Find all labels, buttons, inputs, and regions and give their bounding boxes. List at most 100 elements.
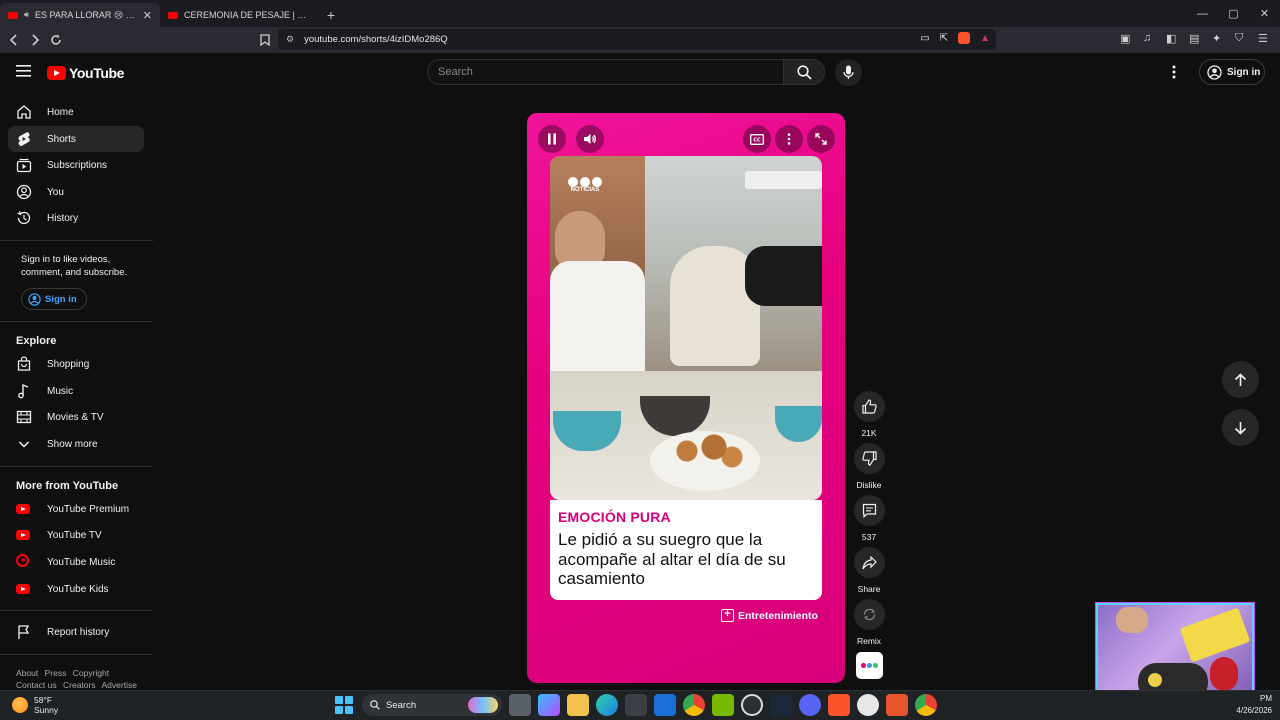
search-box[interactable] bbox=[427, 59, 784, 85]
footer-link-about[interactable]: About bbox=[16, 668, 38, 678]
pause-button[interactable] bbox=[538, 125, 566, 153]
sidebar-item-shopping[interactable]: Shopping bbox=[8, 351, 144, 377]
browser-tab-inactive[interactable]: CEREMONIA DE PESAJE | SUPERNOVA bbox=[160, 3, 320, 27]
bookmark-icon[interactable] bbox=[254, 29, 275, 51]
volume-button[interactable] bbox=[576, 125, 604, 153]
sidebar-item-shorts[interactable]: Shorts bbox=[8, 126, 144, 152]
reload-icon[interactable] bbox=[45, 29, 66, 51]
share-button[interactable] bbox=[853, 547, 885, 578]
taskbar-apps: Search bbox=[333, 694, 937, 716]
mail-icon[interactable] bbox=[654, 694, 676, 716]
edge-icon[interactable] bbox=[596, 694, 618, 716]
reader-mode-icon[interactable]: ▣ bbox=[1120, 32, 1134, 46]
app-icon[interactable] bbox=[886, 694, 908, 716]
footer-link-press[interactable]: Press bbox=[45, 668, 67, 678]
task-view-icon[interactable] bbox=[509, 694, 531, 716]
footer-link-copyright[interactable]: Copyright bbox=[73, 668, 109, 678]
toolbar-right-icons: ▣ ♫ ◧ ▤ ✦ ⛉ ☰ bbox=[1120, 32, 1272, 46]
fullscreen-button[interactable] bbox=[807, 125, 835, 153]
wallet-icon[interactable]: ▤ bbox=[1189, 32, 1203, 46]
tab-close-icon[interactable]: ✕ bbox=[143, 9, 152, 22]
steam-icon[interactable] bbox=[770, 694, 792, 716]
new-tab-button[interactable]: + bbox=[320, 3, 342, 27]
settings-kebab-icon[interactable] bbox=[1172, 65, 1176, 79]
header-sign-in-button[interactable]: Sign in bbox=[1199, 59, 1265, 85]
browser-menu-icon[interactable]: ☰ bbox=[1258, 32, 1272, 46]
sidebar-toggle-icon[interactable]: ◧ bbox=[1166, 32, 1180, 46]
start-button[interactable] bbox=[333, 694, 355, 716]
youtube-header: YouTube Sign in bbox=[0, 53, 1280, 93]
footer-link-advertise[interactable]: Advertise bbox=[102, 680, 137, 690]
player-more-button[interactable] bbox=[775, 125, 803, 153]
chrome-icon[interactable] bbox=[683, 694, 705, 716]
previous-short-button[interactable] bbox=[1222, 361, 1259, 398]
comments-button[interactable] bbox=[853, 495, 885, 526]
search-highlight-icon bbox=[468, 697, 498, 713]
sidebar-item-history[interactable]: History bbox=[8, 205, 144, 231]
next-short-button[interactable] bbox=[1222, 409, 1259, 446]
back-icon[interactable] bbox=[3, 29, 24, 51]
sidebar-item-movies[interactable]: Movies & TV bbox=[8, 404, 144, 430]
footer-link-contact[interactable]: Contact us bbox=[16, 680, 57, 690]
sidebar-item-youtube-kids[interactable]: YouTube Kids bbox=[8, 576, 144, 602]
search-input[interactable] bbox=[438, 66, 783, 78]
sidebar-item-youtube-music[interactable]: YouTube Music bbox=[8, 549, 144, 575]
youtube-logo-icon bbox=[47, 66, 66, 80]
discord-icon[interactable] bbox=[799, 694, 821, 716]
forward-icon[interactable] bbox=[24, 29, 45, 51]
sidebar-item-show-more[interactable]: Show more bbox=[8, 431, 144, 457]
video-frame[interactable]: NOTICIAS bbox=[550, 156, 822, 500]
sidebar-item-subscriptions[interactable]: Subscriptions bbox=[8, 152, 144, 178]
footer-link-creators[interactable]: Creators bbox=[63, 680, 96, 690]
chrome-profile-icon[interactable] bbox=[915, 694, 937, 716]
music-icon bbox=[18, 383, 29, 399]
leo-ai-icon[interactable]: ✦ bbox=[1212, 32, 1226, 46]
store-icon[interactable] bbox=[625, 694, 647, 716]
brave-icon[interactable] bbox=[828, 694, 850, 716]
share-page-icon[interactable]: ⇱ bbox=[940, 33, 948, 44]
maximize-icon[interactable]: ▢ bbox=[1218, 0, 1249, 27]
category-tag[interactable]: + Entretenimiento bbox=[721, 609, 818, 622]
webcam-hand bbox=[1116, 607, 1148, 633]
search-button[interactable] bbox=[783, 59, 825, 85]
system-tray-clock[interactable]: PM 4/26/2026 bbox=[1236, 693, 1272, 717]
youtube-logo-text: YouTube bbox=[69, 65, 125, 81]
caption-kicker: EMOCIÓN PURA bbox=[558, 509, 671, 525]
sidebar-sign-in-button[interactable]: Sign in bbox=[21, 288, 87, 310]
nvidia-icon[interactable] bbox=[712, 694, 734, 716]
youtube-logo[interactable]: YouTube bbox=[47, 65, 124, 81]
channel-avatar[interactable] bbox=[856, 652, 883, 679]
sidebar-item-report-history[interactable]: Report history bbox=[8, 619, 144, 645]
brave-rewards-icon[interactable]: ▲ bbox=[980, 33, 990, 44]
media-icon[interactable]: ♫ bbox=[1143, 32, 1157, 46]
minimize-icon[interactable]: — bbox=[1187, 0, 1218, 27]
sidebar-item-label: Shorts bbox=[47, 134, 76, 145]
obs-icon[interactable] bbox=[741, 694, 763, 716]
sidebar-item-you[interactable]: You bbox=[8, 179, 144, 205]
file-explorer-icon[interactable] bbox=[567, 694, 589, 716]
sidebar-item-youtube-premium[interactable]: YouTube Premium bbox=[8, 496, 144, 522]
vpn-icon[interactable]: ⛉ bbox=[1235, 32, 1249, 46]
address-bar[interactable]: ⚙ youtube.com/shorts/4izIDMo286Q ▭ ⇱ ▲ bbox=[278, 29, 996, 50]
browser-tab-active[interactable]: 🔊︎ ES PARA LLORAR 😢 - YouTube ✕ bbox=[0, 3, 160, 27]
taskbar-search[interactable]: Search bbox=[362, 694, 502, 716]
weather-widget[interactable]: 58°F Sunny bbox=[12, 695, 58, 715]
close-window-icon[interactable]: ✕ bbox=[1249, 0, 1280, 27]
copilot-icon[interactable] bbox=[538, 694, 560, 716]
cast-icon[interactable]: ▭ bbox=[920, 33, 929, 44]
voice-search-button[interactable] bbox=[835, 59, 862, 86]
speaker-icon[interactable]: 🔊︎ bbox=[24, 10, 29, 20]
music-app-icon[interactable] bbox=[857, 694, 879, 716]
site-info-icon[interactable]: ⚙ bbox=[286, 34, 294, 45]
hamburger-menu-icon[interactable] bbox=[16, 65, 31, 77]
like-button[interactable] bbox=[853, 391, 885, 422]
brave-shield-icon[interactable] bbox=[958, 32, 971, 44]
clock-date: 4/26/2026 bbox=[1236, 706, 1272, 715]
dislike-button[interactable] bbox=[853, 443, 885, 474]
shorts-video-player[interactable]: CC NOTICIAS EMOCIÓN PURA Le pidió a su s… bbox=[527, 113, 845, 683]
captions-button[interactable]: CC bbox=[743, 125, 771, 153]
remix-button[interactable] bbox=[853, 599, 885, 630]
sidebar-item-music[interactable]: Music bbox=[8, 378, 144, 404]
sidebar-item-home[interactable]: Home bbox=[8, 99, 144, 125]
sidebar-item-youtube-tv[interactable]: YouTube TV bbox=[8, 522, 144, 548]
